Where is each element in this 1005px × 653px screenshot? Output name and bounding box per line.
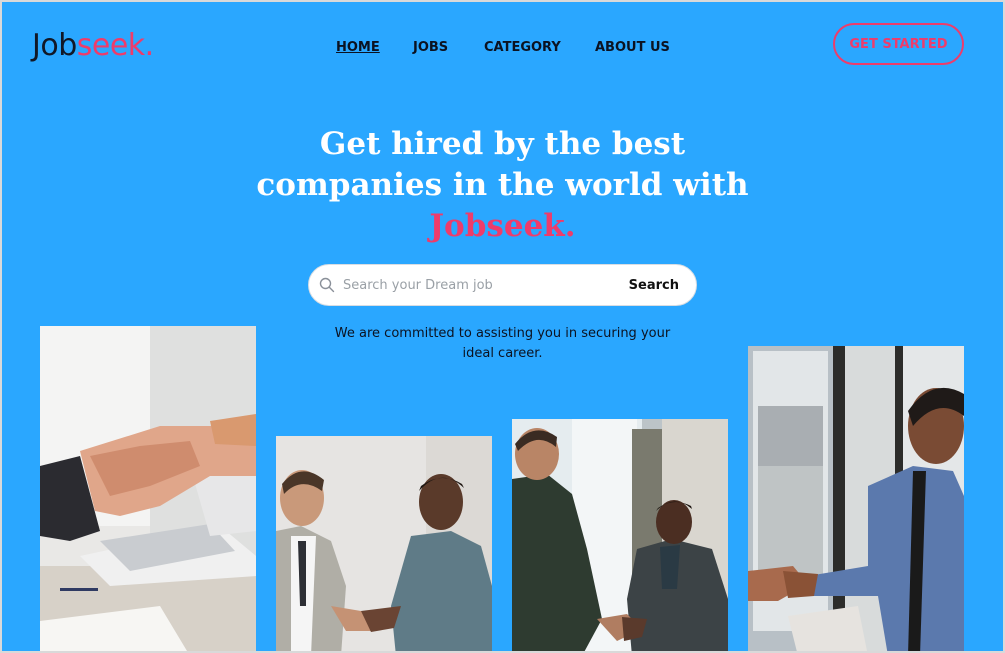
hero-subtitle: We are committed to assisting you in sec… xyxy=(302,324,703,364)
nav-item-category[interactable]: CATEGORY xyxy=(484,40,561,55)
nav-item-jobs[interactable]: JOBS xyxy=(413,40,448,55)
search-input[interactable] xyxy=(343,277,629,293)
search-icon xyxy=(319,277,335,293)
hero-title-brand: Jobseek. xyxy=(429,208,576,244)
hero-subtitle-line2: ideal career. xyxy=(462,346,543,361)
search-bar: Search xyxy=(308,264,697,306)
photo-handshake-window xyxy=(512,419,728,651)
logo[interactable]: Jobseek. xyxy=(32,28,154,64)
logo-part-job: Job xyxy=(32,28,77,63)
hero-title-line2: companies in the world with xyxy=(256,167,749,203)
logo-part-seek: seek. xyxy=(76,28,154,63)
get-started-button[interactable]: GET STARTED xyxy=(833,23,964,65)
hero-title: Get hired by the best companies in the w… xyxy=(202,124,803,247)
hero-subtitle-line1: We are committed to assisting you in sec… xyxy=(334,326,671,341)
nav-item-about-us[interactable]: ABOUT US xyxy=(595,40,670,55)
page-frame: Jobseek. HOME JOBS CATEGORY ABOUT US GET… xyxy=(2,2,1003,651)
hero-title-line1: Get hired by the best xyxy=(319,126,686,162)
photo-handshake-desk xyxy=(40,326,256,651)
photo-handshake-man xyxy=(748,346,964,651)
nav-item-home[interactable]: HOME xyxy=(336,40,380,55)
search-button[interactable]: Search xyxy=(629,278,679,293)
photo-handshake-office xyxy=(276,436,492,651)
